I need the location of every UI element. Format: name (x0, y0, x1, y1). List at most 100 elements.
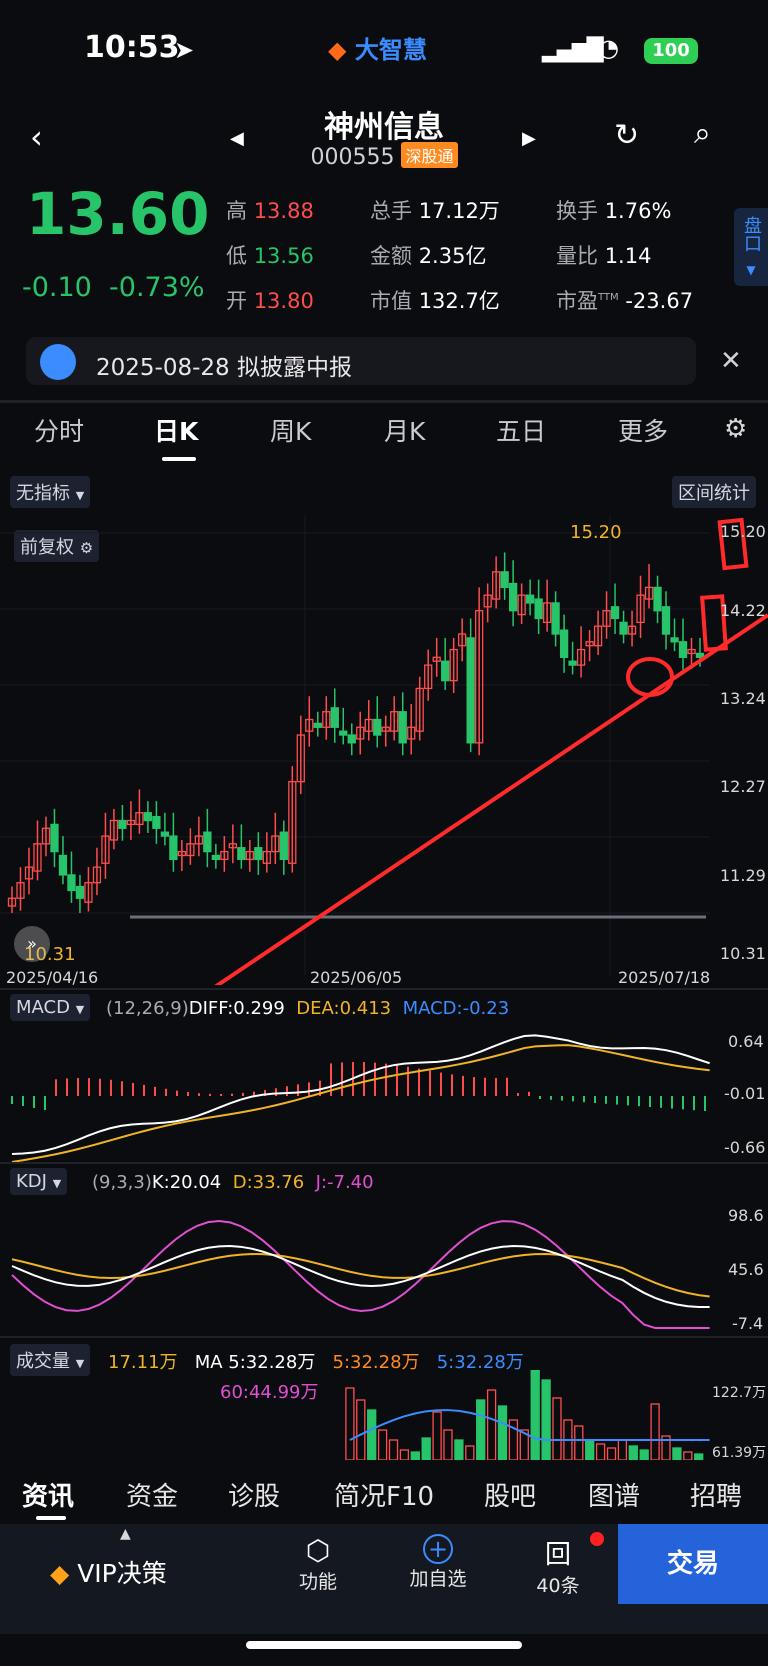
kdj-select[interactable]: KDJ ▼ (10, 1168, 68, 1195)
chevron-down-icon: ▼ (75, 489, 85, 502)
divider (0, 400, 768, 403)
next-stock-button[interactable]: ▶ (522, 128, 536, 149)
tab-funds[interactable]: 资金 (126, 1476, 178, 1513)
volume-bar (486, 1389, 497, 1460)
chevron-down-icon: ▼ (75, 1003, 85, 1016)
tab-weekly-k[interactable]: 周K (270, 412, 311, 448)
y-tick-1: 15.20 (720, 522, 766, 541)
kdj-y-2: 45.6 (728, 1260, 764, 1279)
tab-news[interactable]: 资讯 (22, 1476, 74, 1513)
function-button[interactable]: ⬡ 功能 (290, 1534, 346, 1594)
macd-select[interactable]: MACD ▼ (10, 994, 91, 1021)
low-label: 低 (226, 244, 247, 268)
volume-stat: 总手 17.12万 (370, 195, 500, 225)
candle-body (466, 637, 475, 744)
volume-bar (552, 1397, 562, 1460)
vol-ratio-value: 1.14 (604, 244, 652, 268)
volume-bar (465, 1445, 475, 1460)
kdj-label: KDJ (16, 1171, 47, 1192)
volume-bar (377, 1429, 388, 1460)
volume-bar (454, 1439, 464, 1460)
volume-bar (595, 1443, 606, 1460)
range-stats-button[interactable]: 区间统计 (672, 476, 756, 508)
active-bottom-indicator (36, 1516, 66, 1520)
low-value: 13.56 (253, 244, 314, 268)
candle-body (118, 819, 127, 829)
macd-label: MACD (16, 997, 70, 1018)
candle-body (50, 823, 59, 853)
macd-chart (11, 1034, 710, 1163)
plus-circle-icon: + (423, 1534, 453, 1564)
mktcap-value: 132.7亿 (418, 289, 500, 313)
candle-body (203, 831, 212, 853)
candle-body (551, 602, 560, 635)
vol-ratio-stat: 量比 1.14 (556, 240, 651, 270)
function-label: 功能 (298, 1571, 337, 1593)
volume-bar (443, 1429, 453, 1460)
y-tick-4: 12.27 (720, 777, 766, 796)
battery-icon: 100 (644, 38, 698, 64)
candle-body (279, 831, 288, 861)
tab-fenshi[interactable]: 分时 (34, 412, 84, 448)
candle-body (678, 641, 688, 658)
high-stat: 高 13.88 (226, 195, 314, 225)
candle-body (313, 722, 322, 728)
macd-dea: DEA:0.413 (296, 998, 392, 1019)
volume-bar (345, 1387, 355, 1460)
tab-diagnosis[interactable]: 诊股 (228, 1476, 280, 1513)
vip-button[interactable]: ◆ VIP决策 (50, 1554, 167, 1590)
candle-body (619, 621, 628, 635)
search-icon[interactable]: ⌕ (694, 116, 711, 151)
close-icon[interactable]: ✕ (720, 346, 742, 376)
gear-icon[interactable]: ⚙ (724, 414, 747, 444)
add-watchlist-button[interactable]: + 加自选 (404, 1534, 472, 1591)
pe-stat: 市盈TTM -23.67 (556, 285, 693, 315)
vol-y-2: 61.39万 (712, 1445, 767, 1461)
refresh-icon[interactable]: ↻ (614, 118, 639, 153)
volume-chart (345, 1370, 710, 1460)
stock-code: 000555 (310, 145, 395, 170)
open-value: 13.80 (253, 289, 314, 313)
stock-name: 神州信息 (324, 110, 444, 145)
change-value: -0.10 (22, 272, 92, 303)
tab-more[interactable]: 更多 (618, 412, 668, 448)
trade-button[interactable]: 交易 (618, 1524, 768, 1604)
review-button[interactable]: 回 40条 (530, 1534, 586, 1598)
volume-bar (585, 1439, 595, 1460)
candle-body (160, 831, 170, 837)
candle-body (67, 874, 76, 892)
tab-five-day[interactable]: 五日 (496, 412, 546, 448)
tab-jobs[interactable]: 招聘 (690, 1476, 742, 1513)
pe-ttm: TTM (598, 292, 619, 303)
pe-label: 市盈 (556, 289, 598, 313)
tab-forum[interactable]: 股吧 (484, 1476, 536, 1513)
kdj-k: K:20.04 (151, 1172, 222, 1193)
candle-body (152, 815, 161, 829)
open-stat: 开 13.80 (226, 285, 314, 315)
kline-chart[interactable] (0, 515, 768, 985)
pankou-button[interactable]: 盘口 ▼ (734, 208, 768, 286)
active-tab-indicator (162, 457, 196, 461)
logo-icon: ◆ (328, 36, 347, 64)
amount-stat: 金额 2.35亿 (370, 240, 486, 270)
tab-f10[interactable]: 简况F10 (334, 1476, 434, 1513)
tab-monthly-k[interactable]: 月K (384, 412, 425, 448)
macd-y-3: -0.66 (724, 1138, 766, 1157)
tab-graph[interactable]: 图谱 (588, 1476, 640, 1513)
indicator-select[interactable]: 无指标 ▼ (10, 476, 91, 508)
kdj-params: (9,3,3) (92, 1172, 152, 1193)
volume-bar (639, 1449, 649, 1460)
chevron-down-icon: ▼ (52, 1177, 62, 1190)
volume-bar (530, 1370, 540, 1460)
macd-y-2: -0.01 (724, 1084, 766, 1103)
amount-label: 金额 (370, 244, 412, 268)
macd-y-1: 0.64 (728, 1032, 764, 1051)
brand-logo: ◆ 大智慧 (328, 30, 427, 65)
volume-bar (694, 1453, 704, 1460)
tab-daily-k[interactable]: 日K (154, 412, 198, 448)
candle-body (653, 586, 662, 612)
pankou-label: 盘口 (741, 216, 762, 252)
vip-label: VIP决策 (77, 1559, 167, 1588)
volume-bar (574, 1425, 584, 1460)
fast-forward-icon[interactable]: » (14, 926, 50, 962)
